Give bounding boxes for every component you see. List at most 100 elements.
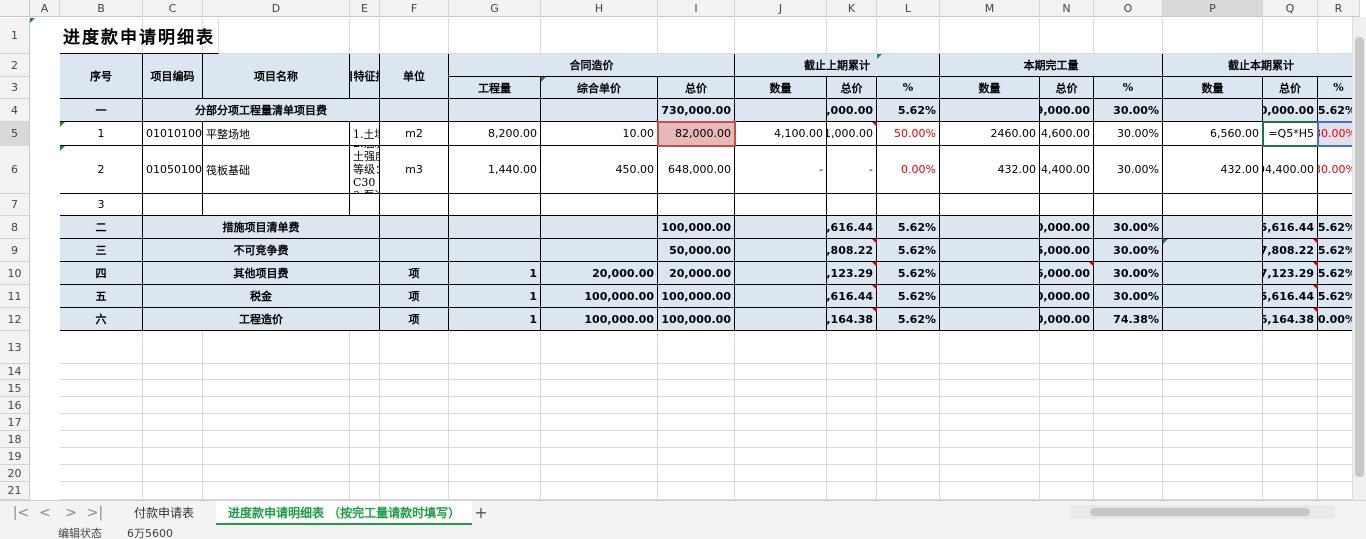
cell-bg[interactable]	[541, 431, 658, 448]
cell-bg[interactable]	[1163, 448, 1263, 465]
cell-cum-count[interactable]: 6,560.00	[1163, 122, 1263, 146]
cell-bg[interactable]	[940, 331, 1040, 364]
column-header-q[interactable]: Q	[1263, 0, 1318, 17]
cell-bg[interactable]	[1163, 18, 1263, 54]
cell-cum-count[interactable]	[1163, 262, 1263, 285]
cell-prev-total[interactable]: 2,808.22	[827, 239, 877, 262]
cell-bg[interactable]	[1040, 380, 1094, 397]
cell-prev-total[interactable]: 5,616.44	[827, 285, 877, 308]
cell-cur-total[interactable]: 219,000.00	[1040, 99, 1094, 122]
cell-cum-count[interactable]: 432.00	[1163, 146, 1263, 194]
cell-qty[interactable]	[449, 194, 541, 216]
cell-bg[interactable]	[1094, 364, 1163, 380]
row-header-6[interactable]: 6	[0, 146, 30, 194]
cell-bg[interactable]	[827, 397, 877, 414]
header-cum-total[interactable]: 总价	[1263, 77, 1318, 99]
row-header-13[interactable]: 13	[0, 331, 30, 364]
cell-bg[interactable]	[735, 364, 827, 380]
cell-cur-count[interactable]	[940, 99, 1040, 122]
column-header-n[interactable]: N	[1040, 0, 1094, 17]
cell-bg[interactable]	[940, 448, 1040, 465]
cell-prev-count[interactable]	[735, 285, 827, 308]
cell-bg[interactable]	[541, 380, 658, 397]
cell-cur-pct[interactable]: 30.00%	[1094, 262, 1163, 285]
cell-prev-pct[interactable]: 5.62%	[877, 308, 940, 331]
cell-bg[interactable]	[827, 18, 877, 54]
cell-bg[interactable]	[1163, 380, 1263, 397]
cell-cur-total[interactable]: 30,000.00	[1040, 216, 1094, 239]
cell-bg[interactable]	[143, 465, 203, 482]
row-header-2[interactable]: 2	[0, 54, 30, 77]
header-prev-total[interactable]: 总价	[827, 77, 877, 99]
tab-payment-request[interactable]: 付款申请表	[122, 501, 206, 525]
cell-cum-total[interactable]: 17,808.22	[1263, 239, 1318, 262]
header-qty[interactable]: 工程量	[449, 77, 541, 99]
cell-cum-count[interactable]	[1163, 99, 1263, 122]
cell-prev-total[interactable]: 5,616.44	[827, 216, 877, 239]
cell-cum-total[interactable]: 7,123.29	[1263, 262, 1318, 285]
cell-prev-count[interactable]	[735, 239, 827, 262]
cell-cur-count[interactable]	[940, 262, 1040, 285]
cell-bg[interactable]	[658, 448, 735, 465]
cell-cur-count[interactable]	[940, 285, 1040, 308]
cell-cum-total[interactable]: 260,000.00	[1263, 99, 1318, 122]
row-seq[interactable]: 3	[60, 194, 143, 216]
horizontal-scrollbar[interactable]	[1070, 505, 1335, 519]
cell-bg[interactable]	[1094, 482, 1163, 500]
cell-contract-total[interactable]: 50,000.00	[658, 239, 735, 262]
header-cur-count[interactable]: 数量	[940, 77, 1040, 99]
cell-bg[interactable]	[735, 380, 827, 397]
cell-cur-count[interactable]	[940, 308, 1040, 331]
cell-prev-total[interactable]: 56,164.38	[827, 308, 877, 331]
cell-bg[interactable]	[350, 364, 380, 380]
cell-bg[interactable]	[1163, 331, 1263, 364]
column-header-m[interactable]: M	[940, 0, 1040, 17]
row-unit[interactable]: 项	[380, 262, 449, 285]
column-header-p[interactable]: P	[1163, 0, 1263, 17]
cell-bg[interactable]	[541, 331, 658, 364]
cell-qty[interactable]: 1	[449, 308, 541, 331]
cell-bg[interactable]	[827, 448, 877, 465]
row-header-8[interactable]: 8	[0, 216, 30, 239]
vertical-scroll-thumb[interactable]	[1355, 37, 1364, 477]
cell-qty[interactable]: 1	[449, 285, 541, 308]
cell-qty[interactable]	[449, 216, 541, 239]
cell-bg[interactable]	[877, 448, 940, 465]
cell-bg[interactable]	[350, 380, 380, 397]
add-sheet-icon[interactable]: +	[472, 504, 490, 522]
column-header-h[interactable]: H	[541, 0, 658, 17]
cell-prev-total[interactable]: -	[827, 146, 877, 194]
row-header-4[interactable]: 4	[0, 99, 30, 122]
cell-bg[interactable]	[735, 431, 827, 448]
cell-unit-price[interactable]	[541, 239, 658, 262]
row-header-20[interactable]: 20	[0, 465, 30, 482]
cell-bg[interactable]	[203, 448, 350, 465]
cell-contract-total[interactable]: 20,000.00	[658, 262, 735, 285]
cell-bg[interactable]	[60, 364, 143, 380]
cell-bg[interactable]	[827, 380, 877, 397]
header-cur-total[interactable]: 总价	[1040, 77, 1094, 99]
column-header-o[interactable]: O	[1094, 0, 1163, 17]
row-label[interactable]: 分部分项工程量清单项目费	[143, 99, 380, 122]
cell-cum-count[interactable]	[1163, 308, 1263, 331]
cell-bg[interactable]	[735, 18, 827, 54]
column-header-j[interactable]: J	[735, 0, 827, 17]
header-current-period[interactable]: 本期完工量	[940, 54, 1163, 77]
cell-cum-total[interactable]: 194,400.00	[1263, 146, 1318, 194]
cell-bg[interactable]	[203, 18, 350, 54]
cell-unit[interactable]: m3	[380, 146, 449, 194]
cell-bg[interactable]	[143, 414, 203, 431]
cell-bg[interactable]	[827, 331, 877, 364]
cell-bg[interactable]	[449, 448, 541, 465]
cell-bg[interactable]	[1163, 465, 1263, 482]
column-header-e[interactable]: E	[350, 0, 380, 17]
column-header-k[interactable]: K	[827, 0, 877, 17]
header-contract[interactable]: 合同造价	[449, 54, 735, 77]
row-label[interactable]: 工程造价	[143, 308, 380, 331]
cell-bg[interactable]	[1263, 380, 1318, 397]
cell-cum-total[interactable]	[1263, 194, 1318, 216]
column-header-b[interactable]: B	[60, 0, 143, 17]
cell-bg[interactable]	[1094, 397, 1163, 414]
cell-bg[interactable]	[350, 331, 380, 364]
header-prev-cumulative[interactable]: 截止上期累计	[735, 54, 940, 77]
